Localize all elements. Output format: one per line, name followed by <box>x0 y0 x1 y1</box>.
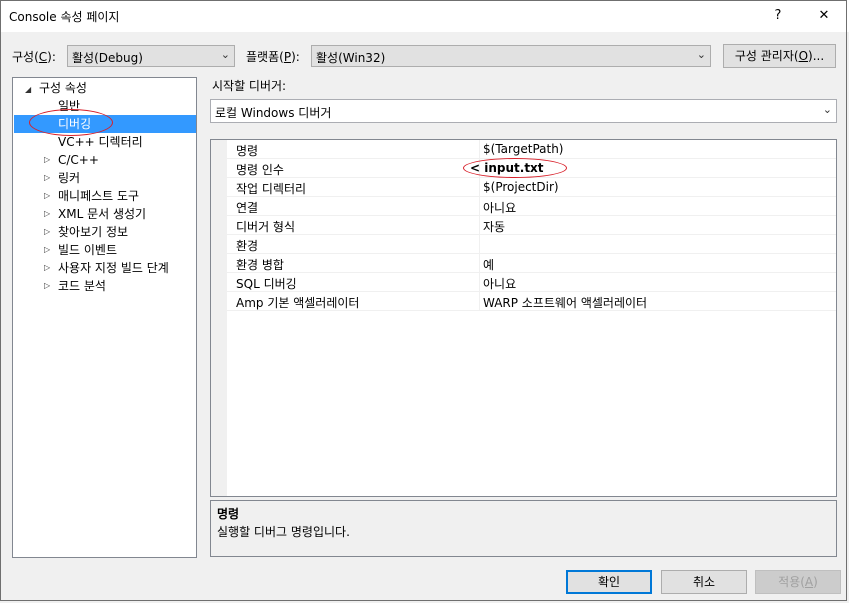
description-text: 실행할 디버그 명령입니다. <box>217 525 350 539</box>
tree-item-custom-build-step[interactable]: 사용자 지정 빌드 단계 <box>58 259 169 277</box>
property-grid: 명령 $(TargetPath) 명령 인수 < input.txt 작업 디렉터리… <box>210 139 837 497</box>
debugger-value: 로컬 Windows 디버거 <box>215 106 332 120</box>
config-manager-button[interactable]: 구성 관리자(O)... <box>723 44 836 68</box>
platform-label: 플랫폼(P): <box>246 50 300 64</box>
tree-item-general[interactable]: 일반 <box>58 97 80 115</box>
chevron-down-icon: ⌄ <box>696 48 706 61</box>
description-title: 명령 <box>217 507 240 521</box>
tree-item-vc-directories[interactable]: VC++ 디렉터리 <box>58 133 143 151</box>
command-arguments-value[interactable]: < input.txt <box>470 161 544 175</box>
grid-row[interactable]: 명령 인수 < input.txt <box>211 159 836 178</box>
close-icon: ✕ <box>818 8 830 23</box>
grid-row[interactable]: 연결 아니요 <box>211 197 836 216</box>
title-bar: Console 속성 페이지 ? ✕ <box>0 0 849 32</box>
tree-item-xml-doc-generator[interactable]: XML 문서 생성기 <box>58 205 146 223</box>
window-title: Console 속성 페이지 <box>9 10 120 24</box>
tree-item-manifest-tool[interactable]: 매니페스트 도구 <box>58 187 139 205</box>
debugger-label: 시작할 디버거: <box>212 79 287 93</box>
collapsed-triangle-icon[interactable]: ▷ <box>44 245 50 254</box>
grid-row[interactable]: SQL 디버깅 아니요 <box>211 273 836 292</box>
chevron-down-icon: ⌄ <box>822 103 832 116</box>
collapsed-triangle-icon[interactable]: ▷ <box>44 227 50 236</box>
tree-item-debugging[interactable]: 디버깅 <box>14 115 196 133</box>
tree-root-config-properties[interactable]: 구성 속성 <box>39 79 87 97</box>
tree-item-browse-info[interactable]: 찾아보기 정보 <box>58 223 128 241</box>
collapsed-triangle-icon[interactable]: ▷ <box>44 263 50 272</box>
collapsed-triangle-icon[interactable]: ▷ <box>44 209 50 218</box>
expanded-triangle-icon[interactable]: ◢ <box>25 85 31 94</box>
collapsed-triangle-icon[interactable]: ▷ <box>44 173 50 182</box>
tree-item-code-analysis[interactable]: 코드 분석 <box>58 277 106 295</box>
tree-item-linker[interactable]: 링커 <box>58 169 80 187</box>
tree-item-c-cpp[interactable]: C/C++ <box>58 151 99 169</box>
collapsed-triangle-icon[interactable]: ▷ <box>44 281 50 290</box>
tree-item-build-events[interactable]: 빌드 이벤트 <box>58 241 117 259</box>
help-button[interactable]: ? <box>766 4 790 28</box>
close-button[interactable]: ✕ <box>812 4 836 28</box>
grid-row[interactable]: Amp 기본 액셀러레이터 WARP 소프트웨어 액셀러레이터 <box>211 292 836 311</box>
ok-button[interactable]: 확인 <box>566 570 652 594</box>
cancel-button[interactable]: 취소 <box>661 570 747 594</box>
grid-row[interactable]: 디버거 형식 자동 <box>211 216 836 235</box>
apply-button[interactable]: 적용(A) <box>755 570 841 594</box>
config-label: 구성(C): <box>12 50 56 64</box>
config-select[interactable]: 활성(Debug) ⌄ <box>67 45 235 67</box>
grid-row[interactable]: 환경 병합 예 <box>211 254 836 273</box>
chevron-down-icon: ⌄ <box>220 48 230 61</box>
collapsed-triangle-icon[interactable]: ▷ <box>44 155 50 164</box>
platform-select[interactable]: 활성(Win32) ⌄ <box>311 45 711 67</box>
platform-value: 활성(Win32) <box>316 51 386 65</box>
collapsed-triangle-icon[interactable]: ▷ <box>44 191 50 200</box>
debugger-select[interactable]: 로컬 Windows 디버거 ⌄ <box>210 99 837 123</box>
grid-row[interactable]: 명령 $(TargetPath) <box>211 140 836 159</box>
property-tree: ◢ 구성 속성 일반 디버깅 VC++ 디렉터리 ▷ C/C++ ▷ 링커 ▷ … <box>12 77 197 558</box>
grid-row[interactable]: 환경 <box>211 235 836 254</box>
description-panel: 명령 실행할 디버그 명령입니다. <box>210 500 837 557</box>
grid-row[interactable]: 작업 디렉터리 $(ProjectDir) <box>211 178 836 197</box>
config-value: 활성(Debug) <box>72 51 143 65</box>
